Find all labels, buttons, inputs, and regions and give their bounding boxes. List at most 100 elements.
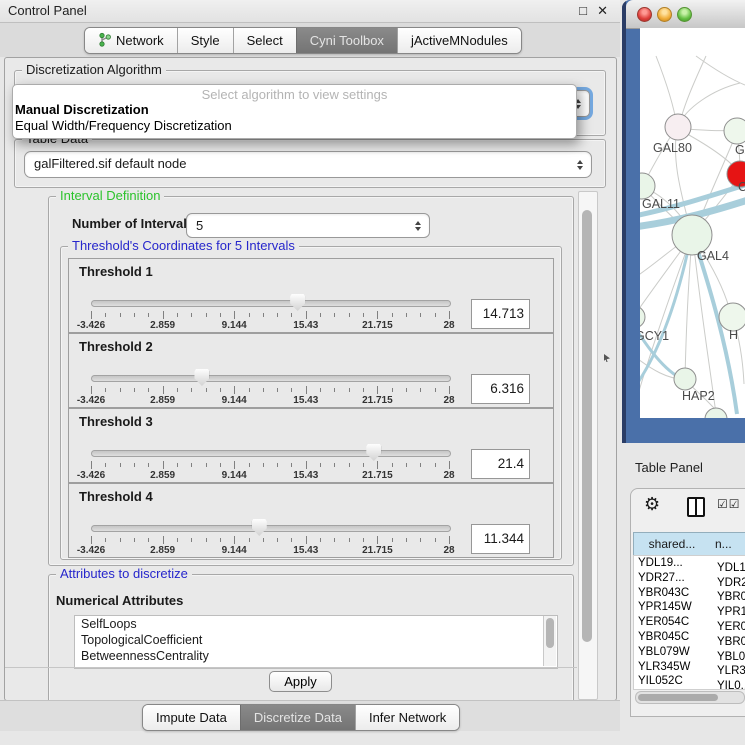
network-node[interactable] <box>705 408 727 418</box>
table-row[interactable]: YER054CYER0... <box>634 615 745 630</box>
tab-cyni-toolbox[interactable]: Cyni Toolbox <box>296 28 397 53</box>
discretization-algorithm-group-title: Discretization Algorithm <box>22 62 166 77</box>
table-row[interactable]: YDL19...YDL1... <box>634 556 745 571</box>
network-node[interactable] <box>719 303 745 331</box>
attributes-list-scrollbar[interactable] <box>543 616 556 666</box>
node-label-hap2: HAP2 <box>682 389 715 403</box>
numerical-attributes-list[interactable]: SelfLoopsTopologicalCoefficientBetweenne… <box>74 615 558 669</box>
slider-ticks <box>91 461 449 470</box>
gear-icon[interactable]: ⚙ <box>644 494 660 515</box>
tab-label: jActiveMNodules <box>411 33 508 48</box>
network-node[interactable] <box>665 114 691 140</box>
slider-thumb[interactable] <box>290 294 305 311</box>
cell-shared-name: YIL052C <box>634 674 712 689</box>
application-window: Control Panel □ ✕ NetworkStyleSelectCyni… <box>0 0 745 745</box>
table-row[interactable]: YBL079WYBL0... <box>634 645 745 660</box>
scale-label: -3.426 <box>77 395 105 406</box>
network-node[interactable] <box>674 368 696 390</box>
tab-discretize-data[interactable]: Discretize Data <box>240 705 355 730</box>
algorithm-option-equal-width-frequency-discretization[interactable]: Equal Width/Frequency Discretization <box>13 118 576 134</box>
attribute-item-selfloops[interactable]: SelfLoops <box>75 616 557 632</box>
slider-thumb[interactable] <box>194 369 209 386</box>
threshold-value-field[interactable]: 6.316 <box>471 374 530 404</box>
threshold-label: Threshold 4 <box>79 489 153 504</box>
table-row[interactable]: YDR27...YDR2... <box>634 571 745 586</box>
network-window-titlebar <box>626 0 745 29</box>
scale-label: 15.43 <box>293 545 318 556</box>
table-horizontal-scrollbar[interactable] <box>635 691 745 704</box>
tab-label: Style <box>191 33 220 48</box>
scale-label: -3.426 <box>77 545 105 556</box>
top-tab-bar: Network Style SelectCyni Toolbox jActiveMNo… <box>84 27 522 54</box>
numerical-attributes-label: Numerical Attributes <box>56 593 183 608</box>
slider-thumb[interactable] <box>366 444 381 461</box>
threshold-panel-3: Threshold 3-3.4262.8599.14415.4321.71528… <box>68 408 554 483</box>
node-label-gcy1: GCY1 <box>640 329 669 343</box>
attribute-item-topologicalcoefficient[interactable]: TopologicalCoefficient <box>75 632 557 648</box>
table-panel-card: ⚙ ☑☑ shared... n... YDL19...YDL1...YDR27… <box>630 488 745 717</box>
float-window-icon[interactable]: □ <box>579 3 587 19</box>
slider-track[interactable] <box>91 375 451 382</box>
network-graph-icon <box>98 32 111 47</box>
interval-definition-group-title: Interval Definition <box>56 188 164 203</box>
scale-label: 21.715 <box>362 395 393 406</box>
slider-track[interactable] <box>91 450 451 457</box>
combo-stepper-icon <box>577 160 583 170</box>
network-node[interactable] <box>724 118 745 144</box>
table-row[interactable]: YLR345WYLR3... <box>634 660 745 675</box>
tab-network[interactable]: Network <box>85 28 177 53</box>
table-panel-header: Table Panel <box>622 443 745 488</box>
cell-shared-name: YLR345W <box>634 660 712 675</box>
threshold-label: Threshold 2 <box>79 339 153 354</box>
network-node[interactable] <box>640 306 645 328</box>
panel-scrollbar[interactable] <box>578 191 598 700</box>
node-label-h: H <box>729 328 738 342</box>
number-of-intervals-label: Number of Intervals <box>72 216 194 231</box>
column-header-shared[interactable]: shared... <box>633 532 711 557</box>
zoom-traffic-light-icon[interactable] <box>677 7 692 22</box>
window-frame-edge <box>622 0 626 443</box>
number-of-intervals-select[interactable]: 5 <box>186 213 430 238</box>
checkbox-icons[interactable]: ☑☑ <box>717 497 741 511</box>
scale-label: -3.426 <box>77 320 105 331</box>
tab-infer-network[interactable]: Infer Network <box>355 705 459 730</box>
close-icon[interactable]: ✕ <box>597 3 608 19</box>
attribute-item-betweennesscentrality[interactable]: BetweennessCentrality <box>75 648 557 664</box>
table-row[interactable]: YIL052CYIL0... <box>634 674 745 689</box>
slider-track[interactable] <box>91 525 451 532</box>
table-data-select[interactable]: galFiltered.sif default node <box>24 151 592 178</box>
threshold-value-field[interactable]: 11.344 <box>471 524 530 554</box>
tab-label: Infer Network <box>369 710 446 725</box>
cell-shared-name: YER054C <box>634 615 712 630</box>
tab-style[interactable]: Style <box>177 28 233 53</box>
tab-label: Discretize Data <box>254 710 342 725</box>
threshold-value-field[interactable]: 14.713 <box>471 299 530 329</box>
table-panel-title: Table Panel <box>635 460 703 475</box>
close-traffic-light-icon[interactable] <box>637 7 652 22</box>
slider-thumb[interactable] <box>252 519 267 536</box>
node-label-gal11: GAL11 <box>642 197 680 211</box>
network-node[interactable] <box>640 173 655 199</box>
network-canvas[interactable]: GAL80GACGAL11GAL4GCY1HHAP2 <box>640 28 745 418</box>
table-row[interactable]: YBR045CYBR0... <box>634 630 745 645</box>
table-row[interactable]: YBR043CYBR0... <box>634 586 745 601</box>
combo-stepper-icon <box>415 221 421 231</box>
scale-label: 2.859 <box>150 395 175 406</box>
algorithm-option-manual-discretization[interactable]: Manual Discretization <box>13 102 576 118</box>
tab-impute-data[interactable]: Impute Data <box>143 705 240 730</box>
tab-select[interactable]: Select <box>233 28 296 53</box>
split-column-icon[interactable] <box>687 497 705 517</box>
threshold-value-field[interactable]: 21.4 <box>471 449 530 479</box>
table-row[interactable]: YPR145WYPR1... <box>634 600 745 615</box>
minimize-traffic-light-icon[interactable] <box>657 7 672 22</box>
slider-track[interactable] <box>91 300 451 307</box>
table-rows[interactable]: YDL19...YDL1...YDR27...YDR2...YBR043CYBR… <box>634 556 745 689</box>
thresholds-group-title: Threshold's Coordinates for 5 Intervals <box>68 238 299 253</box>
node-label-c: C <box>738 180 745 194</box>
apply-button[interactable]: Apply <box>269 671 332 692</box>
threshold-panel-4: Threshold 4-3.4262.8599.14415.4321.71528… <box>68 483 554 558</box>
column-header-name[interactable]: n... <box>710 532 745 557</box>
algorithm-popup-options: Manual DiscretizationEqual Width/Frequen… <box>13 102 576 134</box>
tab-jactivemnodules[interactable]: jActiveMNodules <box>397 28 521 53</box>
slider-ticks <box>91 536 449 545</box>
